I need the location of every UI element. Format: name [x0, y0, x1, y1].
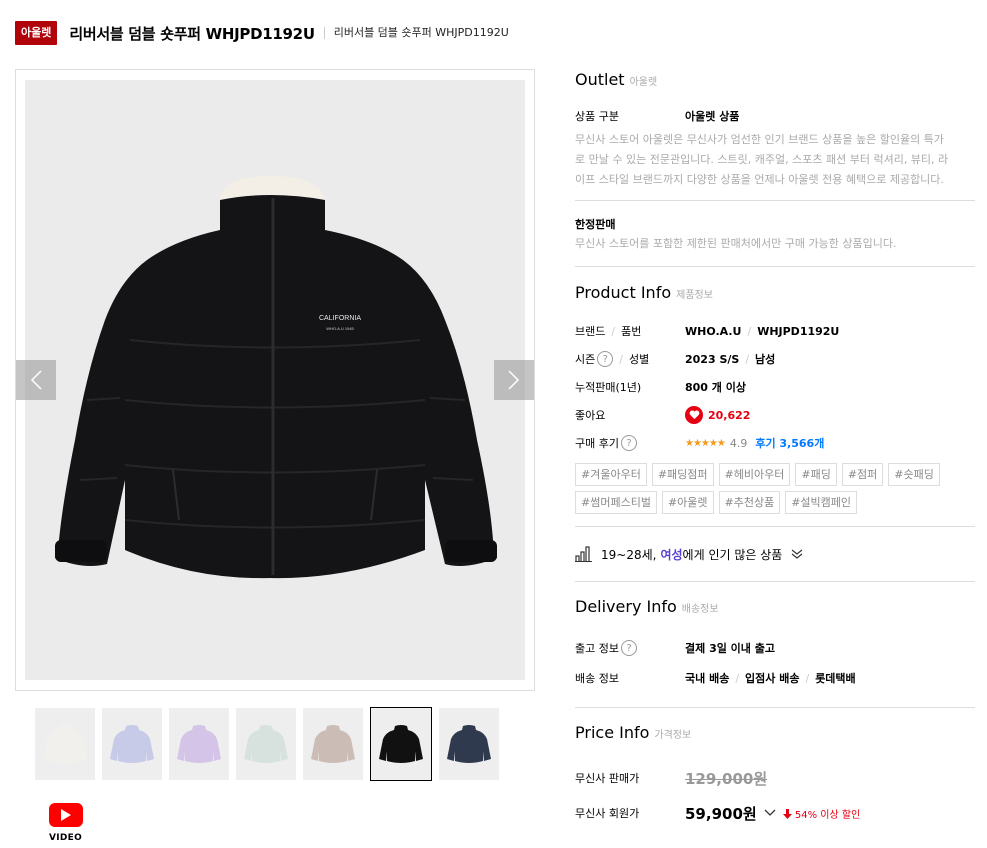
- tag-9[interactable]: #추천상품: [718, 491, 781, 514]
- outlet-badge: 아울렛: [15, 21, 58, 45]
- tag-7[interactable]: #썸머페스티벌: [575, 491, 657, 514]
- outlet-section-title: Outlet 아울렛: [575, 70, 975, 98]
- chevron-right-icon: [508, 370, 520, 390]
- jacket-thumbnail-icon: [379, 725, 423, 763]
- prev-image-button[interactable]: [16, 360, 56, 400]
- chest-print: CALIFORNIA: [319, 315, 361, 322]
- product-type-label: 상품 구분: [575, 110, 619, 123]
- thumbnail-7[interactable]: [439, 708, 499, 780]
- main-product-image: CALIFORNIA WHO.A.U 1945: [15, 69, 535, 691]
- tag-1[interactable]: #겨울아우터: [575, 463, 647, 486]
- brand-label: 브랜드 / 품번: [575, 324, 642, 339]
- tag-2[interactable]: #패딩점퍼: [651, 463, 714, 486]
- original-price: 129,000원: [685, 769, 768, 788]
- thumbnail-4[interactable]: [236, 708, 296, 780]
- product-info-title: Product Info 제품정보: [575, 283, 713, 302]
- tag-8[interactable]: #아울렛: [661, 491, 714, 514]
- member-price-row: 무신사 회원가 59,900원 54% 이상 할인: [575, 804, 861, 823]
- review-help-icon[interactable]: ?: [620, 435, 637, 451]
- likes-row: 좋아요 20,622: [575, 401, 975, 429]
- video-button[interactable]: VIDEO: [48, 803, 83, 843]
- thumbnail-1[interactable]: [35, 708, 95, 780]
- double-chevron-down-icon: [791, 549, 803, 559]
- delivery-method-row: 배송 정보 국내 배송 / 입점사 배송 / 롯데택배: [575, 671, 856, 686]
- jacket-thumbnail-icon: [447, 725, 491, 763]
- gender-value: 남성: [755, 353, 776, 366]
- jacket-thumbnail-icon: [110, 725, 154, 763]
- heart-icon[interactable]: [685, 406, 703, 424]
- thumbnail-6[interactable]: [370, 707, 432, 781]
- chevron-down-icon[interactable]: [763, 808, 777, 818]
- tag-10[interactable]: #설빅캠페인: [785, 491, 858, 514]
- jacket-thumbnail-icon: [311, 725, 355, 763]
- review-row: 구매 후기? ★★★★★ 4.9 후기 3,566개: [575, 435, 825, 451]
- tag-5[interactable]: #점퍼: [841, 463, 884, 486]
- product-type-value: 아울렛 상품: [685, 110, 740, 123]
- sales-row: 누적판매(1년) 800 개 이상: [575, 381, 746, 394]
- product-detail-panel: Outlet 아울렛 상품 구분 아울렛 상품 무신사 스토어 아울렛은 무신사…: [575, 68, 975, 828]
- divider: [575, 266, 975, 267]
- jacket-thumbnail-icon: [244, 725, 288, 763]
- divider: [575, 200, 975, 201]
- video-label: VIDEO: [48, 833, 83, 843]
- shipping-value: 결제 3일 이내 출고: [685, 642, 775, 655]
- outlet-description: 무신사 스토어 아울렛은 무신사가 엄선한 인기 브랜드 상품을 높은 할인율의…: [575, 133, 949, 186]
- product-photo: CALIFORNIA WHO.A.U 1945: [25, 80, 525, 680]
- divider: [575, 581, 975, 582]
- shipping-help-icon[interactable]: ?: [620, 640, 637, 656]
- discount-rate: 54% 이상 할인: [782, 806, 860, 821]
- tag-list: #겨울아우터 #패딩점퍼 #헤비아우터 #패딩 #점퍼 #숏패딩 #썸머페스티벌 #아울렛 #추…: [575, 463, 965, 514]
- jacket-image: CALIFORNIA WHO.A.U 1945: [55, 176, 497, 579]
- shipping-row: 출고 정보? 결제 3일 이내 출고: [575, 640, 775, 656]
- likes-count: 20,622: [708, 408, 751, 422]
- jacket-thumbnail-icon: [177, 725, 221, 763]
- product-title: 리버서블 덤블 숏푸퍼 WHJPD1192U: [69, 24, 315, 43]
- thumbnail-2[interactable]: [102, 708, 162, 780]
- limited-description: 무신사 스토어를 포함한 제한된 판매처에서만 구매 가능한 상품입니다.: [575, 237, 897, 250]
- season-row: 시즌? / 성별 2023 S/S / 남성: [575, 351, 776, 367]
- divider: [575, 707, 975, 708]
- outlet-title: Outlet: [575, 70, 625, 89]
- chest-print-sub: WHO.A.U 1945: [326, 326, 354, 331]
- rating-value: 4.9: [729, 436, 748, 450]
- thumbnail-strip: [35, 707, 499, 781]
- jacket-thumbnail-icon: [43, 725, 87, 763]
- outlet-subtitle: 아울렛: [629, 77, 658, 88]
- brand-link[interactable]: WHO.A.U: [685, 325, 741, 338]
- thumbnail-5[interactable]: [303, 708, 363, 780]
- tag-6[interactable]: #숏패딩: [888, 463, 940, 486]
- delivery-info-title: Delivery Info 배송정보: [575, 597, 719, 616]
- price-info-title: Price Info 가격정보: [575, 723, 692, 742]
- bar-chart-icon: [575, 546, 592, 562]
- product-header: 아울렛 리버서블 덤블 숏푸퍼 WHJPD1192U 리버서블 덤블 숏푸퍼 W…: [15, 18, 975, 48]
- next-image-button[interactable]: [494, 360, 534, 400]
- brand-row: 브랜드 / 품번 WHO.A.U / WHJPD1192U: [575, 324, 840, 339]
- product-subtitle: 리버서블 덤블 숏푸퍼 WHJPD1192U: [323, 27, 509, 39]
- member-price: 59,900원: [685, 804, 757, 823]
- season-help-icon[interactable]: ?: [597, 351, 614, 367]
- star-rating-icon: ★★★★★: [685, 437, 726, 449]
- popular-demographic[interactable]: 19~28세, 여성 에게 인기 많은 상품: [575, 527, 975, 581]
- sale-price-row: 무신사 판매가 129,000원: [575, 769, 768, 788]
- sales-value: 800 개 이상: [685, 381, 746, 394]
- review-count-link[interactable]: 후기 3,566개: [755, 435, 824, 451]
- arrow-down-icon: [782, 808, 792, 819]
- season-value: 2023 S/S: [685, 352, 740, 366]
- thumbnail-3[interactable]: [169, 708, 229, 780]
- product-code: WHJPD1192U: [757, 324, 840, 338]
- tag-3[interactable]: #헤비아우터: [718, 463, 791, 486]
- chevron-left-icon: [30, 370, 42, 390]
- play-icon: [48, 803, 83, 827]
- limited-title: 한정판매: [575, 218, 616, 231]
- product-type-row: 상품 구분 아울렛 상품: [575, 102, 975, 130]
- tag-4[interactable]: #패딩: [795, 463, 837, 486]
